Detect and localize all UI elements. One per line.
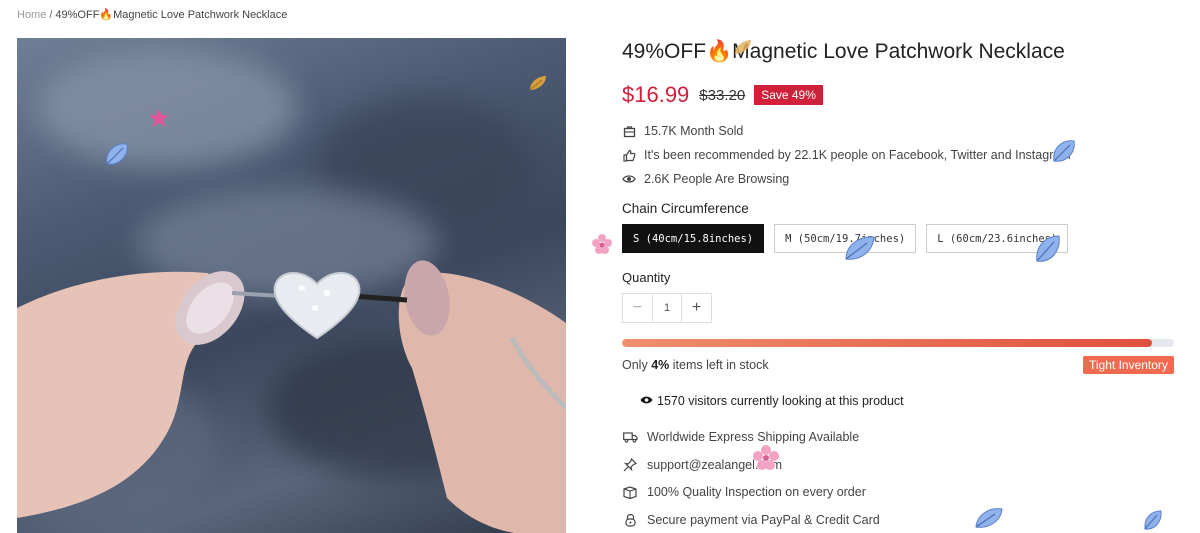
quantity-increase-button[interactable]: + [682,294,711,322]
price-row: $16.99 $33.20 Save 49% [622,82,823,108]
feature-item: Worldwide Express Shipping Available [622,423,880,451]
leaf-decoration-icon [106,143,128,165]
feature-item: Secure payment via PayPal & Credit Card [622,506,880,533]
stat-text: 2.6K People Are Browsing [644,172,790,186]
thumbs-up-icon [622,148,636,162]
lock-icon [622,512,638,528]
option-label: Chain Circumference [622,201,749,216]
quantity-stepper: − 1 + [622,293,712,323]
stock-prefix: Only [622,358,652,372]
stock-progress-fill [622,339,1152,347]
stock-percent: 4% [651,358,670,372]
compare-price: $33.20 [699,86,746,104]
quantity-input[interactable]: 1 [652,294,682,322]
star-decoration-icon [149,108,169,127]
social-proof-stats: 15.7K Month Sold It's been recommended b… [622,119,1071,191]
feature-list: Worldwide Express Shipping Available sup… [622,423,880,533]
visitors-text: 1570 visitors currently looking at this … [657,394,904,408]
stat-text: 15.7K Month Sold [644,124,744,138]
option-size-s[interactable]: S (40cm/15.8inches) [622,224,765,253]
product-image[interactable] [17,38,566,533]
breadcrumb: Home/49%OFF🔥Magnetic Love Patchwork Neck… [17,8,287,21]
breadcrumb-separator: / [49,9,53,21]
stock-suffix: items left in stock [669,358,769,372]
stat-recommended: It's been recommended by 22.1K people on… [622,143,1071,167]
leaf-decoration-icon [975,508,1003,528]
leaf-decoration-icon [1144,510,1162,530]
heart-pendant [273,272,361,340]
feature-text: Secure payment via PayPal & Credit Card [647,512,880,527]
flower-decoration-icon [753,445,779,470]
truck-icon [622,429,638,445]
leaf-decoration-icon [1036,235,1060,262]
eye-icon [640,394,653,408]
bag-icon [622,124,636,138]
quantity-label: Quantity [622,270,671,285]
feature-text: 100% Quality Inspection on every order [647,485,866,500]
stock-text: Only 4% items left in stock [622,358,769,372]
eye-icon [622,172,636,186]
feature-item: 100% Quality Inspection on every order [622,478,880,506]
visitors-notice: 1570 visitors currently looking at this … [640,394,904,408]
feature-text: Worldwide Express Shipping Available [647,429,860,444]
feature-item: support@zealangel.com [622,451,880,479]
stat-browsing: 2.6K People Are Browsing [622,167,1071,191]
sale-price: $16.99 [622,82,690,107]
tight-inventory-badge: Tight Inventory [1083,356,1174,374]
stat-text: It's been recommended by 22.1K people on… [644,148,1071,162]
box-icon [622,484,638,500]
breadcrumb-current: 49%OFF🔥Magnetic Love Patchwork Necklace [55,9,288,21]
product-title: 49%OFF🔥Magnetic Love Patchwork Necklace [622,40,1065,63]
flower-decoration-icon [592,234,612,254]
leaf-decoration-icon [1053,140,1075,162]
quantity-decrease-button[interactable]: − [623,294,652,322]
leaf-decoration-icon [845,236,875,260]
leaf-decoration-icon [735,40,751,54]
breadcrumb-home-link[interactable]: Home [17,9,46,21]
leaf-decoration-icon [529,76,546,91]
save-badge: Save 49% [754,85,823,105]
pin-icon [622,457,638,473]
stock-progress-bar [622,339,1174,347]
stat-month-sold: 15.7K Month Sold [622,119,1071,143]
